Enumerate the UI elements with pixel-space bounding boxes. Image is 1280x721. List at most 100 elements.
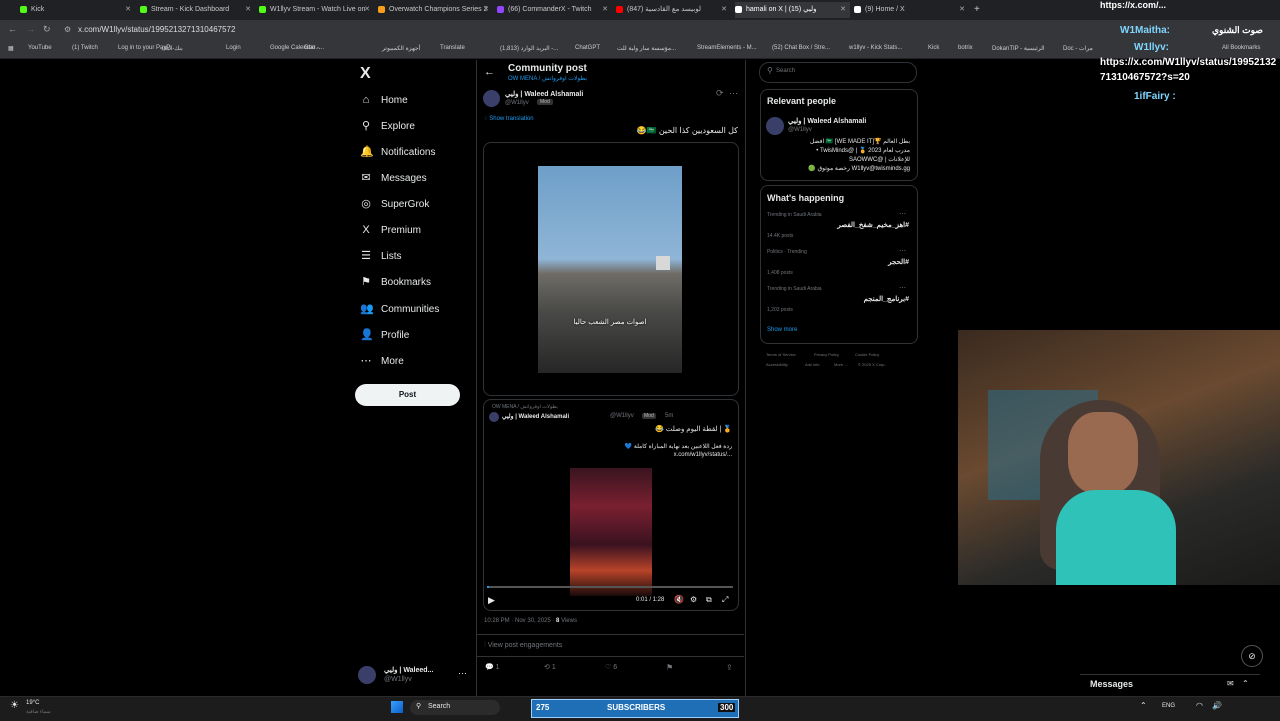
show-translation-link[interactable]: ◌ Show translation: [484, 116, 534, 122]
volume-icon[interactable]: 🔇: [674, 595, 684, 604]
play-icon[interactable]: ▶: [488, 595, 495, 606]
language-indicator[interactable]: ENG: [1162, 703, 1175, 709]
trend-item[interactable]: Trending in Saudi Arabia ⋯ #برنامج_المنجم 1…: [767, 284, 909, 320]
nav-item-premium[interactable]: X Premium: [360, 220, 421, 240]
close-tab-icon[interactable]: ✕: [483, 2, 489, 18]
taskbar-search[interactable]: ⚲ Search: [410, 700, 500, 715]
footer-link[interactable]: Privacy Policy: [814, 352, 839, 357]
bookmark-item[interactable]: (52) Chat Box / Stre...: [772, 45, 830, 51]
expand-icon[interactable]: ⌃: [1242, 679, 1249, 688]
close-tab-icon[interactable]: ✕: [721, 2, 727, 18]
tray-chevron-icon[interactable]: ⌃: [1140, 701, 1147, 710]
trend-item[interactable]: Politics · Trending ⋯ #الحجر 1,408 posts: [767, 247, 909, 283]
footer-link[interactable]: More ...: [834, 362, 848, 367]
bookmark-item[interactable]: Login: [226, 45, 241, 51]
bookmark-item[interactable]: بنك البلاد: [161, 45, 183, 52]
footer-link[interactable]: © 2025 X Corp.: [858, 362, 886, 367]
url-input[interactable]: x.com/W1llyv/status/1995213271310467572: [78, 25, 235, 34]
nav-item-bookmarks[interactable]: ⚑ Bookmarks: [360, 272, 431, 292]
reload-icon[interactable]: ↻: [43, 24, 51, 35]
quoted-community[interactable]: OW MENA / بطولات اوفرواتش: [492, 404, 558, 410]
person-handle[interactable]: @W1llyv: [788, 127, 812, 133]
close-tab-icon[interactable]: ✕: [245, 2, 251, 18]
bookmark-icon[interactable]: ⚑: [666, 663, 673, 672]
like-button[interactable]: ♡ 6: [605, 663, 617, 671]
browser-tab[interactable]: (66) CommanderX - Twitch ✕: [497, 2, 612, 18]
more-icon[interactable]: ⋯: [899, 284, 906, 292]
bookmark-item[interactable]: YouTube: [28, 45, 52, 51]
bookmark-item[interactable]: أجهزة الكمبيوتر: [382, 45, 420, 52]
settings-icon[interactable]: ⚙: [690, 595, 697, 604]
account-switcher[interactable]: وليي | Waleed... @W1llyv ⋯: [358, 664, 470, 688]
bookmark-item[interactable]: مؤسسة سار ولية للت...: [617, 45, 676, 52]
browser-tab[interactable]: Overwatch Champions Series 2 ✕: [378, 2, 493, 18]
quoted-link[interactable]: x.com/w1llyv/status/...: [620, 452, 732, 458]
post-button[interactable]: Post: [355, 384, 460, 406]
nav-item-lists[interactable]: ☰ Lists: [360, 246, 402, 266]
search-box[interactable]: ⚲ Search: [759, 62, 917, 83]
more-icon[interactable]: ⋯: [899, 210, 906, 218]
bookmark-item[interactable]: ChatGPT: [575, 45, 600, 51]
pip-icon[interactable]: ⧉: [706, 595, 712, 605]
browser-tab[interactable]: (847) لوبيسد مع القادسية ✕: [616, 2, 731, 18]
avatar[interactable]: [483, 90, 500, 107]
browser-tab[interactable]: Stream - Kick Dashboard ✕: [140, 2, 255, 18]
back-icon[interactable]: ←: [8, 24, 17, 34]
site-info-icon[interactable]: ⚙: [64, 25, 71, 34]
nav-item-notifications[interactable]: 🔔 Notifications: [360, 142, 435, 162]
bookmark-item[interactable]: DokanTIP - الرئيسية: [992, 45, 1045, 52]
messages-drawer[interactable]: Messages ✉ ⌃: [1080, 674, 1260, 695]
avatar[interactable]: [766, 117, 784, 135]
post-video[interactable]: اصوات مصر الشعب حاليا: [538, 166, 682, 373]
volume-icon[interactable]: 🔊: [1212, 701, 1222, 710]
wifi-icon[interactable]: ◠: [1196, 701, 1203, 710]
bookmark-item[interactable]: w1llyv - Kick Stats...: [849, 45, 902, 51]
nav-item-explore[interactable]: ⚲ Explore: [360, 116, 415, 136]
trend-item[interactable]: Trending in Saudi Arabia ⋯ #اهز_مخيم_شفخ_ا…: [767, 210, 909, 246]
grok-icon[interactable]: ⊘: [1241, 645, 1263, 667]
person-name[interactable]: وليي | Waleed Alshamali: [788, 117, 866, 125]
quoted-video[interactable]: [570, 468, 652, 596]
close-tab-icon[interactable]: ✕: [125, 2, 131, 18]
grok-icon[interactable]: ⟳: [716, 88, 724, 99]
apps-grid-icon[interactable]: ▦: [8, 45, 14, 52]
browser-tab[interactable]: W1llyv Stream - Watch Live on ✕: [259, 2, 374, 18]
community-link[interactable]: OW MENA / بطولات اوفرواتش: [508, 75, 587, 82]
footer-link[interactable]: Accessibility: [766, 362, 788, 367]
forward-icon[interactable]: →: [26, 24, 35, 34]
show-more-link[interactable]: Show more: [767, 327, 797, 333]
bookmark-item[interactable]: botrix: [958, 45, 973, 51]
close-tab-icon[interactable]: ✕: [959, 2, 965, 18]
more-icon[interactable]: ⋯: [729, 88, 738, 99]
nav-item-supergrok[interactable]: ◎ SuperGrok: [360, 194, 429, 214]
more-icon[interactable]: ⋯: [458, 668, 467, 679]
bookmark-item[interactable]: (1) Twitch: [72, 45, 98, 51]
close-tab-icon[interactable]: ✕: [602, 2, 608, 18]
start-icon[interactable]: [391, 701, 403, 713]
footer-link[interactable]: Terms of Service: [766, 352, 796, 357]
video-progress-bar[interactable]: [487, 586, 733, 588]
bookmark-item[interactable]: Kick: [928, 45, 939, 51]
nav-item-more[interactable]: ⋯ More: [360, 351, 404, 371]
repost-button[interactable]: ⟲ 1: [544, 663, 556, 671]
browser-tab-active[interactable]: hamali on X | وليي (15) ✕: [735, 2, 850, 18]
post-engagements-link[interactable]: ⫶ View post engagements: [484, 642, 562, 650]
reply-button[interactable]: 💬 1: [485, 663, 500, 671]
search-input[interactable]: Search: [776, 68, 795, 74]
bookmark-item[interactable]: Goo...: [304, 45, 320, 51]
share-icon[interactable]: ⇪: [726, 663, 733, 672]
new-tab-button[interactable]: +: [974, 2, 986, 18]
bookmark-item[interactable]: Translate: [440, 45, 465, 51]
more-icon[interactable]: ⋯: [899, 247, 906, 255]
nav-item-messages[interactable]: ✉ Messages: [360, 168, 426, 188]
author-name[interactable]: وليي | Waleed Alshamali: [505, 90, 583, 98]
bookmark-item[interactable]: Doc - مرات: [1063, 45, 1093, 52]
back-arrow-icon[interactable]: ←: [484, 66, 495, 78]
browser-tab[interactable]: (9) Home / X ✕: [854, 2, 969, 18]
bookmark-item[interactable]: StreamElements - M...: [697, 45, 757, 51]
footer-link[interactable]: Cookie Policy: [855, 352, 879, 357]
nav-item-communities[interactable]: 👥 Communities: [360, 299, 439, 319]
browser-tab[interactable]: Kick ✕: [20, 2, 135, 18]
close-tab-icon[interactable]: ✕: [364, 2, 370, 18]
bookmark-item[interactable]: (1,813) البريد الوارد -...: [500, 45, 558, 52]
